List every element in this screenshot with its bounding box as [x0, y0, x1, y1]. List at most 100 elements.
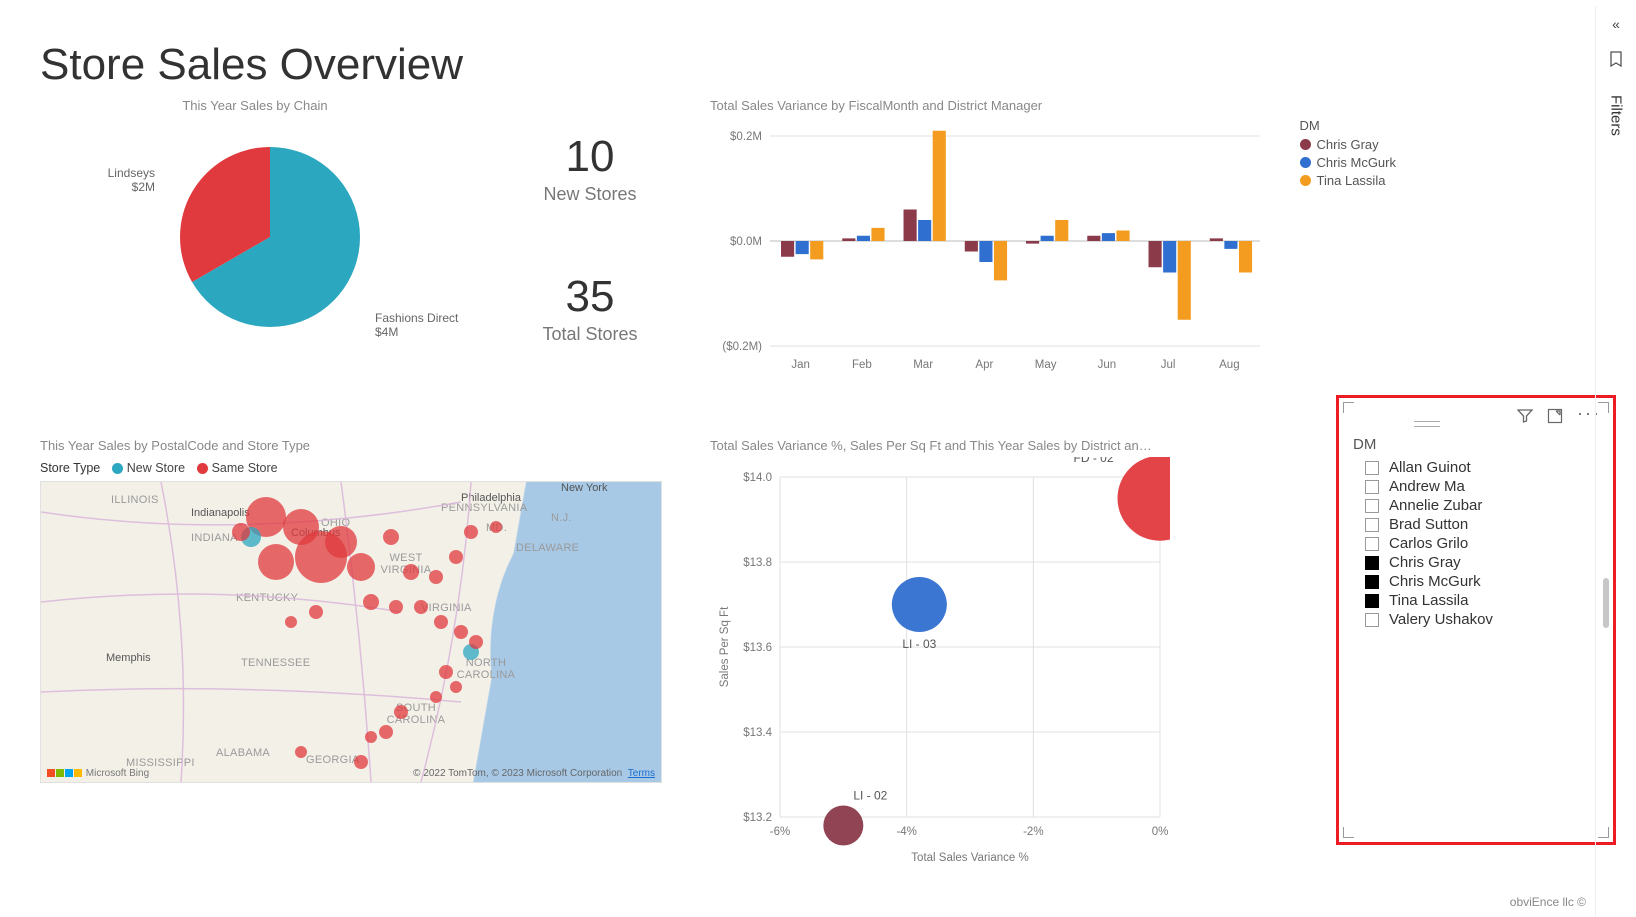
svg-text:Aug: Aug [1219, 359, 1239, 371]
map-bubble[interactable] [295, 746, 307, 758]
map-bubble[interactable] [389, 600, 403, 614]
svg-text:Apr: Apr [975, 359, 993, 371]
checkbox[interactable] [1365, 537, 1379, 551]
map-bubble[interactable] [354, 755, 368, 769]
bar-legend: DM Chris Gray Chris McGurk Tina Lassila [1300, 118, 1396, 191]
kpi-total-stores[interactable]: 35 Total Stores [542, 272, 637, 345]
drag-grip-icon[interactable] [1414, 421, 1440, 427]
filters-pane-collapsed[interactable]: « Filters [1595, 6, 1636, 916]
filter-icon[interactable] [1517, 408, 1533, 429]
slicer-item-label: Allan Guinot [1389, 459, 1471, 476]
checkbox[interactable] [1365, 594, 1379, 608]
map-bubble[interactable] [258, 544, 294, 580]
map-title: This Year Sales by PostalCode and Store … [40, 438, 680, 453]
bar-chart-svg: ($0.2M)$0.0M$0.2MJanFebMarAprMayJunJulAu… [710, 116, 1310, 416]
slicer-title: DM [1353, 436, 1601, 453]
scatter-tile[interactable]: Total Sales Variance %, Sales Per Sq Ft … [710, 438, 1170, 882]
slicer-item[interactable]: Brad Sutton [1365, 516, 1601, 533]
scatter-title: Total Sales Variance %, Sales Per Sq Ft … [710, 438, 1170, 453]
map-legend: Store Type New Store Same Store [40, 461, 680, 475]
kpi-new-stores[interactable]: 10 New Stores [543, 132, 636, 205]
slicer-item-label: Chris Gray [1389, 554, 1461, 571]
map-bubble[interactable] [403, 564, 419, 580]
slicer-item[interactable]: Chris Gray [1365, 554, 1601, 571]
legend-new-store[interactable]: New Store [127, 461, 185, 475]
selection-corner-icon [1343, 402, 1354, 413]
map-bubble[interactable] [394, 705, 408, 719]
checkbox[interactable] [1365, 575, 1379, 589]
map-bubble[interactable] [309, 605, 323, 619]
slicer-item-label: Brad Sutton [1389, 516, 1468, 533]
bar-chart-tile[interactable]: Total Sales Variance by FiscalMonth and … [710, 98, 1406, 398]
checkbox[interactable] [1365, 556, 1379, 570]
map-bubble[interactable] [414, 600, 428, 614]
map-bubble[interactable] [449, 550, 463, 564]
map-bubble[interactable] [434, 615, 448, 629]
bar-title: Total Sales Variance by FiscalMonth and … [710, 98, 1042, 113]
checkbox[interactable] [1365, 518, 1379, 532]
map-bubble[interactable] [469, 635, 483, 649]
svg-text:$14.0: $14.0 [743, 472, 772, 484]
map-bubble[interactable] [439, 665, 453, 679]
svg-text:Jan: Jan [791, 359, 810, 371]
map-bubble[interactable] [454, 625, 468, 639]
map-tile[interactable]: This Year Sales by PostalCode and Store … [40, 438, 680, 783]
selection-corner-icon [1343, 827, 1354, 838]
svg-text:-2%: -2% [1023, 826, 1043, 838]
slicer-item[interactable]: Allan Guinot [1365, 459, 1601, 476]
bookmark-icon[interactable] [1607, 50, 1625, 73]
slicer-item[interactable]: Carlos Grilo [1365, 535, 1601, 552]
footer-credit: obviEnce llc © [1510, 895, 1586, 909]
slicer-item[interactable]: Chris McGurk [1365, 573, 1601, 590]
focus-mode-icon[interactable] [1547, 408, 1563, 429]
svg-text:0%: 0% [1152, 826, 1169, 838]
checkbox[interactable] [1365, 499, 1379, 513]
svg-text:Feb: Feb [852, 359, 872, 371]
svg-text:LI - 02: LI - 02 [853, 789, 887, 803]
map-bubble[interactable] [363, 594, 379, 610]
checkbox[interactable] [1365, 461, 1379, 475]
legend-item-chris-mcgurk[interactable]: Chris McGurk [1300, 155, 1396, 170]
svg-text:Jun: Jun [1098, 359, 1117, 371]
svg-text:Total Sales Variance %: Total Sales Variance % [911, 852, 1028, 864]
legend-item-tina-lassila[interactable]: Tina Lassila [1300, 173, 1396, 188]
legend-same-store[interactable]: Same Store [212, 461, 278, 475]
slicer-item-label: Carlos Grilo [1389, 535, 1468, 552]
checkbox[interactable] [1365, 480, 1379, 494]
map-bubble[interactable] [450, 681, 462, 693]
svg-text:-6%: -6% [770, 826, 790, 838]
map-bubble[interactable] [464, 525, 478, 539]
map-bubble[interactable] [232, 523, 250, 541]
pie-chart-svg: Lindseys $2M Fashions Direct $4M [40, 117, 470, 357]
legend-item-chris-gray[interactable]: Chris Gray [1300, 137, 1396, 152]
map-bubble[interactable] [325, 526, 357, 558]
slicer-item[interactable]: Tina Lassila [1365, 592, 1601, 609]
map-bubble[interactable] [429, 570, 443, 584]
map-bubble[interactable] [379, 725, 393, 739]
slicer-item[interactable]: Andrew Ma [1365, 478, 1601, 495]
slicer-dm[interactable]: ··· DM Allan GuinotAndrew MaAnnelie Zuba… [1336, 395, 1616, 845]
slicer-item-label: Valery Ushakov [1389, 611, 1493, 628]
checkbox[interactable] [1365, 613, 1379, 627]
slicer-item[interactable]: Annelie Zubar [1365, 497, 1601, 514]
map-bubble[interactable] [383, 529, 399, 545]
map-bubble[interactable] [285, 616, 297, 628]
map-canvas[interactable]: Microsoft Bing © 2022 TomTom, © 2023 Mic… [40, 481, 662, 783]
svg-text:$13.2: $13.2 [743, 812, 772, 824]
svg-text:($0.2M): ($0.2M) [722, 341, 762, 353]
slicer-item-label: Tina Lassila [1389, 592, 1468, 609]
svg-text:$4M: $4M [375, 325, 398, 339]
kpi-column: 10 New Stores 35 Total Stores [470, 98, 710, 378]
map-bubble[interactable] [347, 553, 375, 581]
slicer-item[interactable]: Valery Ushakov [1365, 611, 1601, 628]
map-bubble[interactable] [365, 731, 377, 743]
map-bubble[interactable] [430, 691, 442, 703]
map-terms-link[interactable]: Terms [628, 768, 655, 779]
svg-text:-4%: -4% [896, 826, 916, 838]
svg-text:LI - 03: LI - 03 [902, 637, 936, 651]
pie-chart-tile[interactable]: This Year Sales by Chain Lindseys $2M Fa… [40, 98, 470, 378]
svg-text:Mar: Mar [913, 359, 933, 371]
bing-logo: Microsoft Bing [47, 768, 149, 779]
expand-pane-icon[interactable]: « [1612, 16, 1620, 32]
map-bubble[interactable] [490, 521, 502, 533]
